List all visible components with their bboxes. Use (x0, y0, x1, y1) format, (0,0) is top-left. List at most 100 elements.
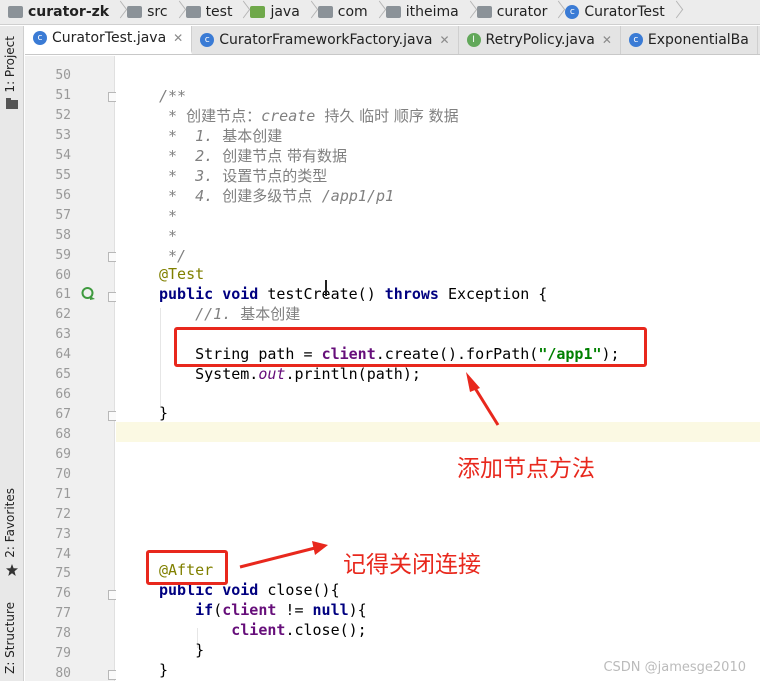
line-number: 54 (55, 148, 71, 163)
code-token: close(){ (258, 581, 340, 599)
line-number: 76 (55, 586, 71, 601)
annotation-add-node-method: 添加节点方法 (457, 456, 595, 482)
code-token: != (276, 601, 313, 619)
code-token: 基本创建 (240, 305, 301, 323)
code-token: * 4. (159, 187, 223, 205)
breadcrumb-label: CuratorTest (584, 4, 665, 20)
code-token: testCreate() (258, 285, 385, 303)
class-icon: c (200, 33, 215, 47)
breadcrumb-item-test[interactable]: test (182, 0, 235, 24)
code-line-54: * 2. 创建节点 带有数据 (159, 146, 347, 166)
code-line-77: if(client != null){ (159, 600, 367, 620)
code-token: System. (159, 365, 259, 383)
breadcrumb-label: java (270, 4, 300, 20)
code-token: public (159, 285, 214, 303)
code-token: * 1. (159, 127, 223, 145)
line-number: 78 (55, 626, 71, 641)
close-icon[interactable]: ✕ (439, 33, 449, 47)
structure-tool-tab[interactable]: Z: Structure (3, 602, 17, 674)
code-line-65: System.out.println(path); (159, 364, 421, 384)
class-icon: c (628, 33, 643, 47)
line-number: 60 (55, 268, 71, 283)
navigation-breadcrumb: curator-zk src test java com itheima cur… (0, 0, 760, 25)
code-token: void (222, 581, 259, 599)
code-token: 基本创建 (222, 127, 283, 145)
breadcrumb-item-curator[interactable]: curator (473, 0, 550, 24)
source-folder-icon (250, 6, 266, 18)
line-number: 58 (55, 228, 71, 243)
breadcrumb-separator (174, 0, 182, 24)
code-token: client (222, 601, 277, 619)
project-tool-tab[interactable]: 1: Project (3, 36, 17, 93)
code-editor[interactable]: /** * 创建节点：create 持久 临时 顺序 数据 * 1. 基本创建 … (116, 56, 760, 681)
line-number: 77 (55, 606, 71, 621)
line-number: 63 (55, 327, 71, 342)
code-line-52: * 创建节点：create 持久 临时 顺序 数据 (159, 106, 459, 126)
breadcrumb-item-curator-zk[interactable]: curator-zk (4, 0, 111, 24)
code-line-55: * 3. 设置节点的类型 (159, 166, 327, 186)
close-icon[interactable]: ✕ (602, 33, 612, 47)
tab-curatortest[interactable]: c CuratorTest.java ✕ (25, 26, 193, 54)
code-token: * 3. (159, 167, 223, 185)
line-number: 56 (55, 188, 71, 203)
text-cursor (325, 280, 327, 296)
breadcrumb-item-src[interactable]: src (123, 0, 169, 24)
code-line-67: } (159, 404, 169, 422)
tool-window-strip: 1: Project 2: Favorites Z: Structure (0, 26, 24, 681)
code-line-79: } (159, 641, 205, 659)
code-token: ( (213, 601, 223, 619)
line-number: 74 (55, 547, 71, 562)
breadcrumb-label: itheima (405, 4, 459, 20)
line-number: 52 (55, 108, 71, 123)
line-number: 73 (55, 527, 71, 542)
breadcrumb-label: curator (496, 4, 548, 20)
breadcrumb-label: src (147, 4, 168, 20)
code-line-62: //1. 基本创建 (159, 304, 300, 324)
breadcrumb-item-itheima[interactable]: itheima (382, 0, 461, 24)
tab-retrypolicy[interactable]: I RetryPolicy.java ✕ (459, 26, 621, 54)
line-number: 71 (55, 487, 71, 502)
class-icon: c (565, 5, 580, 19)
run-test-icon[interactable] (81, 286, 96, 301)
breadcrumb-item-curatortest[interactable]: c CuratorTest (561, 0, 666, 24)
module-folder-icon (8, 6, 23, 18)
line-number: 53 (55, 128, 71, 143)
close-icon[interactable]: ✕ (173, 31, 183, 45)
folder-icon (385, 6, 401, 18)
code-token: 创建多级节点 (222, 187, 322, 205)
code-token: throws (384, 285, 439, 303)
code-line-53: * 1. 基本创建 (159, 126, 282, 146)
code-token: 创建节点 带有数据 (222, 147, 347, 165)
breadcrumb-item-java[interactable]: java (246, 0, 301, 24)
highlight-box-after-annotation (146, 550, 228, 585)
code-token: /app1/p1 (321, 187, 395, 205)
breadcrumb-separator (306, 0, 314, 24)
tab-curatorframeworkfactory[interactable]: c CuratorFrameworkFactory.java ✕ (192, 26, 459, 54)
folder-icon (317, 6, 333, 18)
line-number: 66 (55, 387, 71, 402)
breadcrumb-separator (374, 0, 382, 24)
code-line-59: */ (159, 247, 187, 265)
line-number: 59 (55, 248, 71, 263)
breadcrumb-item-com[interactable]: com (314, 0, 370, 24)
editor-tab-bar: c CuratorTest.java ✕ c CuratorFrameworkF… (25, 26, 760, 55)
breadcrumb-separator (671, 0, 679, 24)
line-number: 69 (55, 447, 71, 462)
code-token: * (159, 107, 187, 125)
favorites-tool-tab[interactable]: 2: Favorites (3, 488, 17, 558)
breadcrumb-label: com (337, 4, 368, 20)
code-token: Exception { (438, 285, 548, 303)
line-number: 70 (55, 467, 71, 482)
watermark: CSDN @jamesge2010 (603, 660, 746, 675)
code-token: create (261, 107, 325, 125)
line-number: 80 (55, 666, 71, 681)
line-number: 65 (55, 367, 71, 382)
code-line-80: } (159, 661, 169, 679)
line-number: 61 (55, 287, 71, 302)
tab-exponentialbackoff[interactable]: c ExponentialBa (621, 26, 758, 54)
breadcrumb-separator (115, 0, 123, 24)
interface-icon: I (466, 33, 481, 47)
folder-icon (185, 6, 201, 18)
code-line-60: @Test (159, 265, 205, 283)
current-line-highlight (116, 422, 760, 442)
